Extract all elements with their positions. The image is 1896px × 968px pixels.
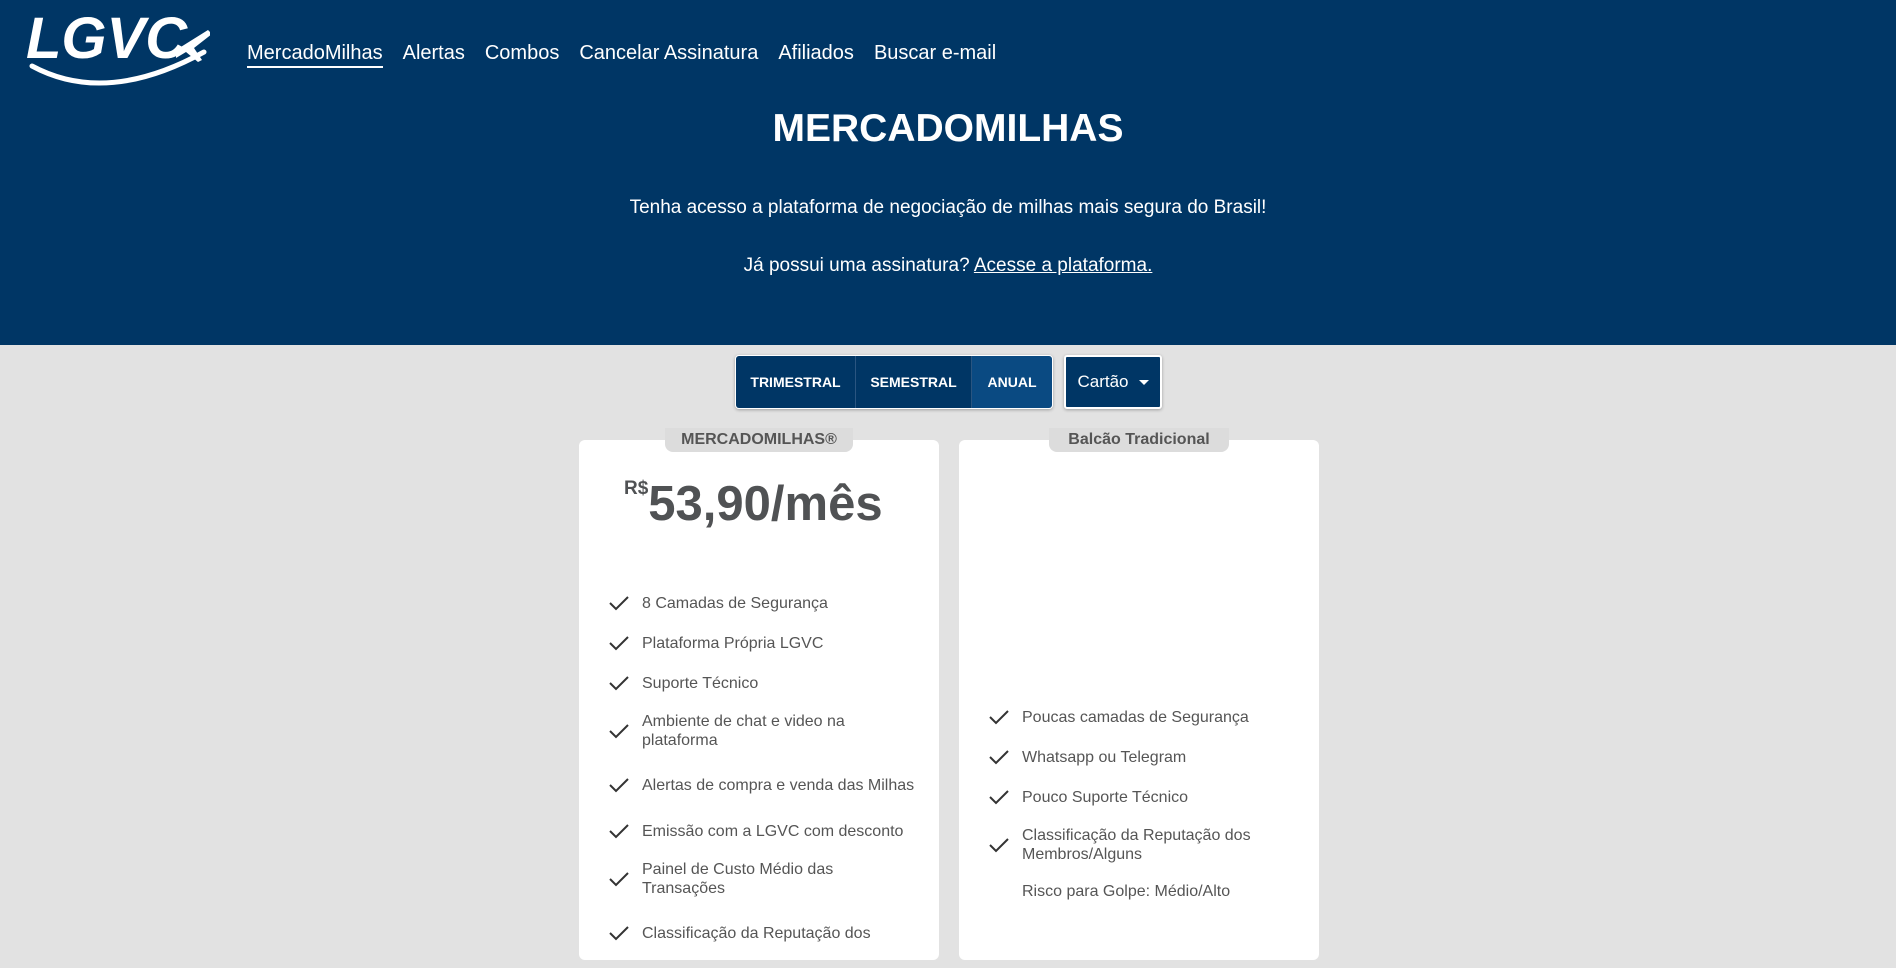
plan-tab-mercadomilhas: MERCADOMILHAS®: [665, 428, 853, 452]
feature-text: Alertas de compra e venda das Milhas: [642, 776, 915, 794]
nav-alertas[interactable]: Alertas: [403, 40, 465, 68]
check-icon: [609, 778, 629, 793]
feature-text: Painel de Custo Médio das Transações: [642, 861, 834, 897]
list-item: Alertas de compra e venda das Milhas: [609, 766, 919, 804]
check-icon: [989, 750, 1009, 765]
login-prompt: Já possui uma assinatura? Acesse a plata…: [0, 253, 1896, 279]
list-item: Poucas camadas de Segurança: [989, 706, 1299, 728]
logo-text: LGVC: [26, 6, 188, 71]
feature-text: Classificação da Reputação dos: [642, 924, 871, 942]
check-icon: [609, 824, 629, 839]
feature-list: 8 Camadas de Segurança Plataforma Própri…: [609, 592, 919, 968]
feature-text: Suporte Técnico: [642, 674, 759, 692]
login-prompt-text: Já possui uma assinatura?: [743, 255, 970, 276]
feature-text: Classificação da Reputação dos Membros/A…: [1022, 827, 1251, 863]
price-amount: 53,90/mês: [648, 477, 883, 531]
period-toggle: TRIMESTRAL SEMESTRAL ANUAL: [735, 355, 1053, 409]
feature-text: 8 Camadas de Segurança: [642, 594, 828, 612]
check-icon: [989, 710, 1009, 725]
list-item: Suporte Técnico: [609, 672, 919, 694]
check-icon: [609, 676, 629, 691]
check-icon: [609, 724, 629, 739]
airplane-logo-icon: LGVC: [26, 6, 212, 86]
plan-card-balcao-tradicional: Balcão Tradicional Poucas camadas de Seg…: [959, 428, 1319, 960]
feature-text: Whatsapp ou Telegram: [1022, 748, 1187, 766]
caret-down-icon: [1138, 379, 1149, 385]
list-item: Classificação da Reputação dos Membros/A…: [989, 826, 1299, 864]
plan-tab-balcao: Balcão Tradicional: [1049, 428, 1229, 452]
payment-method-label: Cartão: [1077, 372, 1129, 391]
nav-afiliados[interactable]: Afiliados: [778, 40, 854, 68]
nav-cancelar-assinatura[interactable]: Cancelar Assinatura: [579, 40, 758, 68]
list-item: Risco para Golpe: Médio/Alto: [989, 880, 1299, 902]
nav-mercadomilhas[interactable]: MercadoMilhas: [247, 40, 383, 68]
plan-card-mercadomilhas: MERCADOMILHAS® R$53,90/mês 8 Camadas de …: [579, 428, 939, 960]
feature-text: Poucas camadas de Segurança: [1022, 708, 1249, 726]
list-item: Classificação da Reputação dos: [609, 914, 919, 952]
list-item: Plataforma Própria LGVC: [609, 632, 919, 654]
feature-text: Pouco Suporte Técnico: [1022, 788, 1189, 806]
list-item: Ambiente de chat e video na plataforma: [609, 712, 919, 750]
price-currency: R$: [624, 478, 649, 499]
check-icon: [989, 790, 1009, 805]
check-icon: [609, 872, 629, 887]
main-nav: MercadoMilhas Alertas Combos Cancelar As…: [247, 40, 1016, 68]
check-icon: [609, 636, 629, 651]
feature-list: Poucas camadas de Segurança Whatsapp ou …: [989, 706, 1299, 920]
check-icon: [609, 596, 629, 611]
feature-text: Emissão com a LGVC com desconto: [642, 822, 904, 840]
feature-text: Ambiente de chat e video na plataforma: [642, 713, 845, 749]
login-link[interactable]: Acesse a plataforma.: [974, 255, 1152, 276]
feature-text: Plataforma Própria LGVC: [642, 634, 824, 652]
page-title: MERCADOMILHAS: [772, 107, 1124, 150]
list-item: 8 Camadas de Segurança: [609, 592, 919, 614]
plan-price: R$53,90/mês: [624, 474, 883, 534]
feature-text: Risco para Golpe: Médio/Alto: [1022, 882, 1231, 900]
period-semestral-button[interactable]: SEMESTRAL: [856, 356, 972, 408]
check-icon: [989, 838, 1009, 853]
list-item: Pouco Suporte Técnico: [989, 786, 1299, 808]
list-item: Whatsapp ou Telegram: [989, 746, 1299, 768]
hero-banner: LGVC MercadoMilhas Alertas Combos Cancel…: [0, 0, 1896, 345]
nav-combos[interactable]: Combos: [485, 40, 559, 68]
list-item: Emissão com a LGVC com desconto: [609, 820, 919, 842]
lgvc-logo[interactable]: LGVC: [26, 6, 212, 92]
period-anual-button[interactable]: ANUAL: [972, 356, 1052, 408]
payment-method-dropdown[interactable]: Cartão: [1064, 355, 1162, 409]
period-trimestral-button[interactable]: TRIMESTRAL: [736, 356, 856, 408]
check-icon: [609, 926, 629, 941]
list-item: Painel de Custo Médio das Transações: [609, 860, 919, 898]
page-subtitle: Tenha acesso a plataforma de negociação …: [629, 197, 1267, 218]
nav-buscar-email[interactable]: Buscar e-mail: [874, 40, 996, 68]
